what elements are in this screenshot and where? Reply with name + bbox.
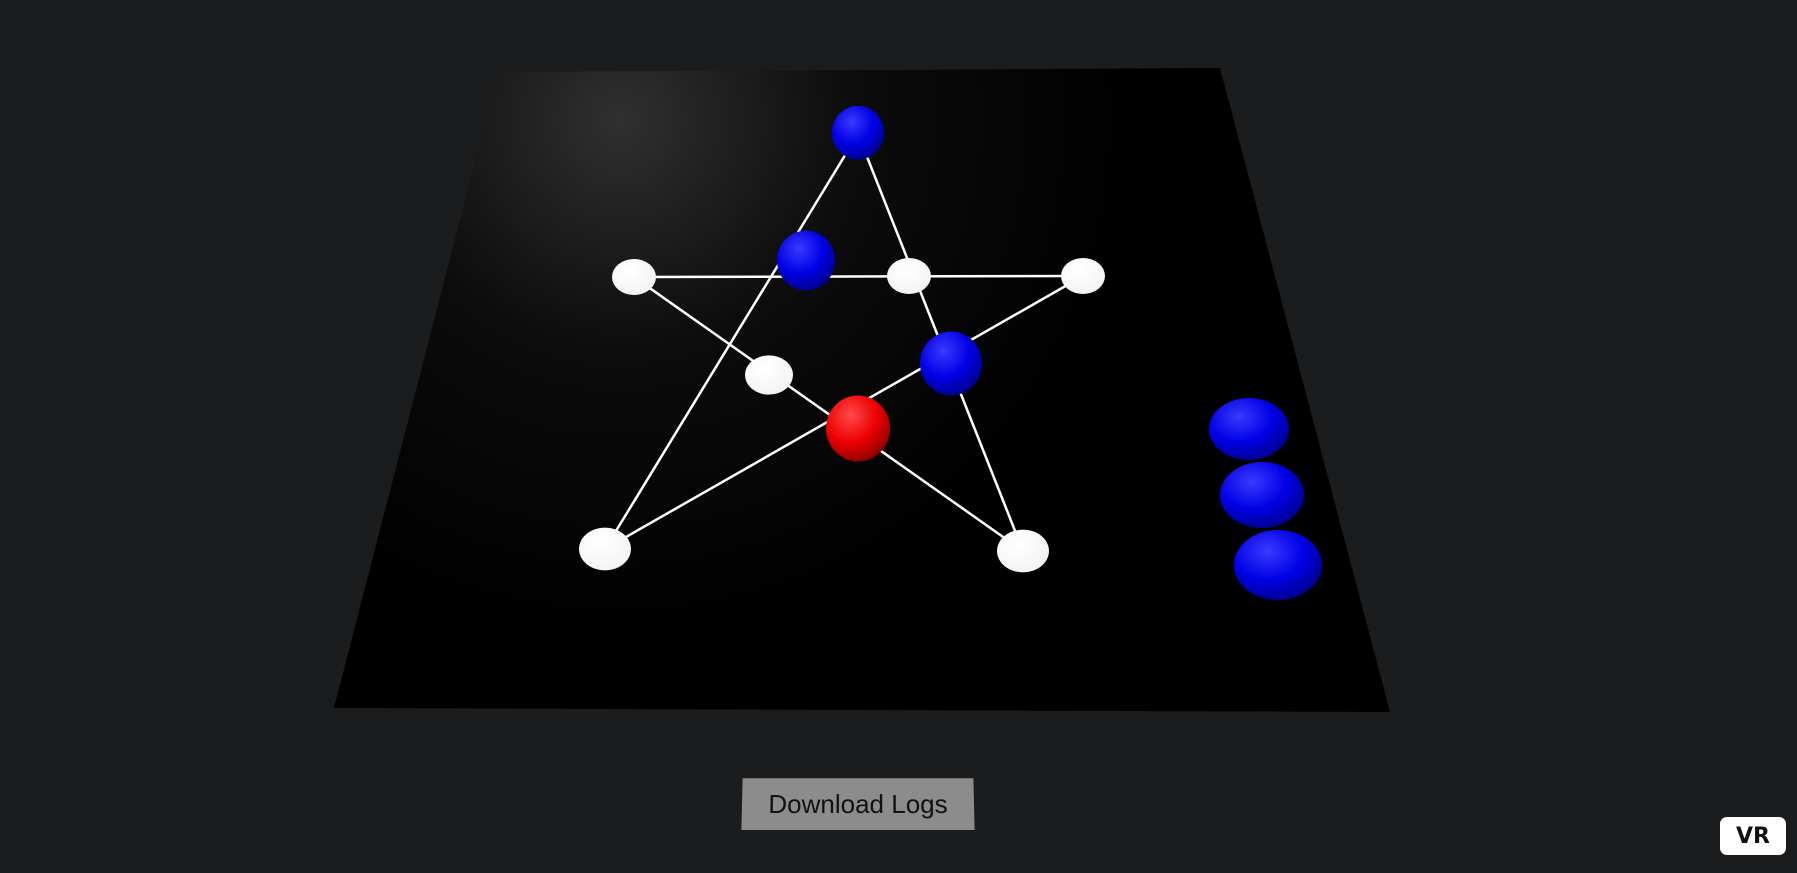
vr-button[interactable]: VR	[1720, 817, 1786, 855]
blue-piece[interactable]	[832, 105, 884, 160]
empty-point[interactable]	[887, 257, 931, 295]
board-point-p8[interactable]	[920, 331, 982, 396]
board-point-p4[interactable]	[579, 527, 631, 571]
reserve-piece-r3[interactable]	[1234, 530, 1322, 600]
board-point-p2[interactable]	[612, 258, 656, 296]
empty-point[interactable]	[997, 529, 1049, 573]
board-point-p9[interactable]	[826, 395, 890, 462]
game-board	[334, 68, 1390, 712]
board-point-p5[interactable]	[997, 529, 1049, 573]
board-line-p3-p2	[633, 274, 1084, 279]
board-point-p7[interactable]	[887, 257, 931, 295]
reserve-piece-r2[interactable]	[1220, 462, 1304, 528]
empty-point[interactable]	[1061, 257, 1105, 295]
empty-point[interactable]	[612, 258, 656, 296]
blue-piece[interactable]	[920, 331, 982, 396]
board-point-p3[interactable]	[1061, 257, 1105, 295]
reserve-piece-r1[interactable]	[1209, 398, 1289, 460]
blue-piece[interactable]	[777, 230, 835, 291]
empty-point[interactable]	[745, 355, 793, 395]
board-point-p6[interactable]	[777, 230, 835, 291]
download-logs-button[interactable]: Download Logs	[741, 778, 975, 830]
board-point-p1[interactable]	[832, 105, 884, 160]
board-point-p10[interactable]	[745, 355, 793, 395]
game-scene[interactable]	[0, 0, 1797, 873]
empty-point[interactable]	[579, 527, 631, 571]
red-piece[interactable]	[826, 395, 890, 462]
